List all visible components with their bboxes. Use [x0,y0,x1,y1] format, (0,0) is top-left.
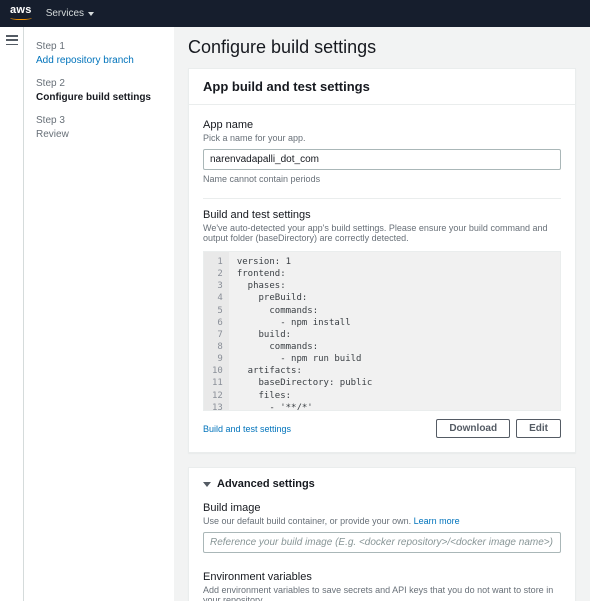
sidebar-step-add-repo: Add repository branch [36,55,164,66]
services-menu[interactable]: Services [46,8,94,19]
learn-more-link[interactable]: Learn more [414,516,460,526]
edit-button[interactable]: Edit [516,419,561,438]
sidebar-link-add-repo[interactable]: Add repository branch [36,55,134,66]
step-label: Step 3 [36,115,164,126]
chevron-down-icon [203,482,211,487]
aws-top-nav: aws Services [0,0,590,27]
build-image-desc: Use our default build container, or prov… [203,516,561,526]
main-content[interactable]: Configure build settings App build and t… [174,27,590,601]
app-name-hint: Name cannot contain periods [203,174,561,184]
services-label: Services [46,8,84,19]
build-settings-link[interactable]: Build and test settings [203,424,291,434]
build-settings-desc: We've auto-detected your app's build set… [203,223,561,243]
buildspec-editor[interactable]: 1 2 3 4 5 6 7 8 9 10 11 12 13 14 15 16 1… [203,251,561,411]
sidebar-step-review: Review [36,129,164,140]
hamburger-column [0,27,24,601]
download-button[interactable]: Download [436,419,510,438]
build-image-input[interactable] [203,532,561,553]
build-settings-label: Build and test settings [203,209,561,221]
app-name-label: App name [203,119,561,131]
line-gutter: 1 2 3 4 5 6 7 8 9 10 11 12 13 14 15 16 1… [204,252,229,410]
app-name-desc: Pick a name for your app. [203,133,561,143]
build-image-label: Build image [203,502,561,514]
app-name-input[interactable] [203,149,561,170]
step-label: Step 2 [36,78,164,89]
sidebar-step-review-label: Review [36,129,69,140]
env-vars-label: Environment variables [203,571,561,583]
panel-build-settings: App build and test settings App name Pic… [188,68,576,453]
page-title: Configure build settings [188,37,576,58]
aws-logo-swoosh [10,16,32,20]
hamburger-icon[interactable] [6,35,18,45]
aws-logo-text: aws [10,7,32,15]
buildspec-code: version: 1 frontend: phases: preBuild: c… [229,252,560,410]
panel-header: App build and test settings [189,69,575,105]
steps-sidebar: Step 1 Add repository branch Step 2 Conf… [24,27,174,601]
step-label: Step 1 [36,41,164,52]
page-body: Step 1 Add repository branch Step 2 Conf… [0,27,590,601]
aws-logo[interactable]: aws [10,7,32,20]
caret-down-icon [88,12,94,16]
sidebar-step-configure: Configure build settings [36,92,164,103]
divider [203,198,561,199]
panel-advanced: Advanced settings Build image Use our de… [188,467,576,601]
advanced-toggle[interactable]: Advanced settings [203,478,561,490]
advanced-title: Advanced settings [217,478,315,490]
env-vars-desc: Add environment variables to save secret… [203,585,561,601]
